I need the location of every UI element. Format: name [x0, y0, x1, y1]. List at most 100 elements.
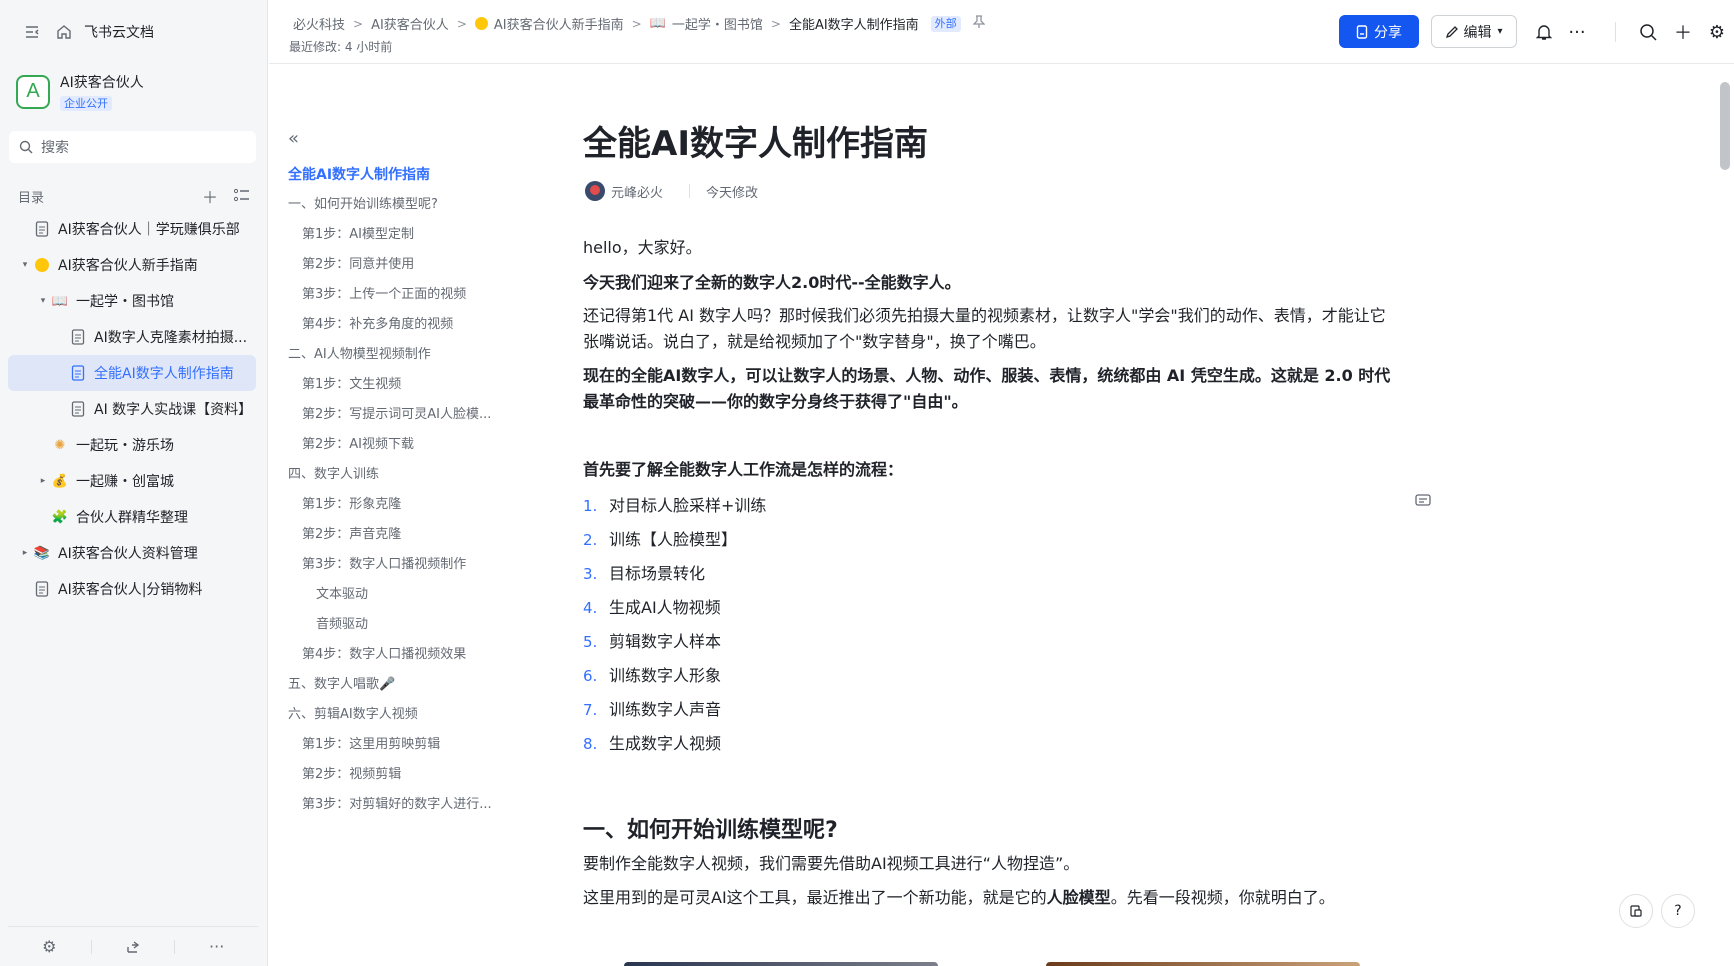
- sidebar-item-label: AI数字人克隆素材拍摄...: [94, 330, 248, 346]
- outline-item[interactable]: 第1步：文生视频: [288, 370, 518, 400]
- app-name[interactable]: 飞书云文档: [84, 22, 154, 42]
- sidebar-item[interactable]: 🧩 合伙人群精华整理: [8, 499, 256, 535]
- sidebar-search[interactable]: 搜索: [9, 131, 256, 163]
- sidebar-item[interactable]: ✺ 一起玩・游乐场: [8, 427, 256, 463]
- outline-item[interactable]: 全能AI数字人制作指南: [288, 160, 518, 190]
- outline-item[interactable]: 第3步：对剪辑好的数字人进行...: [288, 790, 518, 820]
- bell-icon[interactable]: [1532, 20, 1556, 44]
- money-bag-icon: 💰: [51, 473, 69, 489]
- toc-header: 目录 ＋: [18, 184, 250, 208]
- outline-item[interactable]: 第3步：数字人口播视频制作: [288, 550, 518, 580]
- chevron-down-icon: ▾: [1497, 26, 1503, 37]
- list-number: 2.: [583, 531, 598, 549]
- outline-item[interactable]: 第3步：上传一个正面的视频: [288, 280, 518, 310]
- list-text: 训练数字人形象: [609, 666, 722, 685]
- breadcrumb-item[interactable]: 必火科技: [293, 14, 345, 33]
- sidebar-item[interactable]: AI数字人克隆素材拍摄...: [8, 319, 256, 355]
- sidebar-item[interactable]: ▾ 📖 一起学・图书馆: [8, 283, 256, 319]
- outline-item[interactable]: 第2步：写提示词可灵AI人脸模...: [288, 400, 518, 430]
- sidebar-item[interactable]: AI获客合伙人|分销物料: [8, 571, 256, 607]
- list-text: 目标场景转化: [609, 564, 706, 583]
- outline-item[interactable]: 第1步：这里用剪映剪辑: [288, 730, 518, 760]
- comment-icon[interactable]: [1415, 494, 1431, 512]
- gear-icon[interactable]: ⚙: [1705, 20, 1729, 44]
- lock-doc-icon: [1356, 24, 1368, 39]
- outline-item[interactable]: 六、剪辑AI数字人视频: [288, 700, 518, 730]
- video-thumbnail[interactable]: [624, 962, 938, 966]
- avatar[interactable]: [585, 181, 605, 201]
- outline-item[interactable]: 第1步：AI模型定制: [288, 220, 518, 250]
- share-out-icon[interactable]: [92, 939, 175, 955]
- more-icon[interactable]: ···: [1565, 20, 1589, 44]
- breadcrumb-item[interactable]: AI获客合伙人新手指南: [494, 14, 624, 33]
- sidebar-item[interactable]: ▸ 💰 一起赚・创富城: [8, 463, 256, 499]
- outline-item[interactable]: 一、如何开始训练模型呢?: [288, 190, 518, 220]
- list-number: 7.: [583, 701, 598, 719]
- expand-arrow-icon[interactable]: ▸: [18, 548, 32, 558]
- outline-item[interactable]: 第2步：同意并使用: [288, 250, 518, 280]
- breadcrumb-item[interactable]: 一起学・图书馆: [672, 14, 763, 33]
- outline-item[interactable]: 四、数字人训练: [288, 460, 518, 490]
- sidebar-item[interactable]: 全能AI数字人制作指南: [8, 355, 256, 391]
- settings-icon[interactable]: ⚙: [8, 937, 91, 956]
- search-placeholder: 搜索: [41, 140, 69, 156]
- outline-item[interactable]: 二、AI人物模型视频制作: [288, 340, 518, 370]
- space-header[interactable]: A AI获客合伙人 企业公开: [16, 72, 144, 111]
- home-icon[interactable]: [54, 22, 74, 42]
- more-icon[interactable]: ···: [175, 937, 258, 956]
- paragraph: 还记得第1代 AI 数字人吗？那时候我们必须先拍摄大量的视频素材，让数字人"学会…: [583, 303, 1403, 355]
- sidebar-item-label: AI获客合伙人新手指南: [58, 258, 198, 274]
- chevron-right-icon: >: [770, 16, 781, 31]
- last-modified: 最近修改: 4 小时前: [289, 40, 393, 54]
- list-text: 剪辑数字人样本: [609, 632, 722, 651]
- list-settings-icon[interactable]: [233, 187, 250, 206]
- doc-meta: 元峰必火 今天修改: [585, 181, 758, 201]
- scrollbar-thumb[interactable]: [1720, 82, 1730, 170]
- list-number: 4.: [583, 599, 598, 617]
- add-page-icon[interactable]: ＋: [202, 184, 218, 208]
- pin-icon[interactable]: [972, 14, 986, 33]
- video-thumbnail[interactable]: [1046, 962, 1360, 966]
- outline-item[interactable]: 第4步：补充多角度的视频: [288, 310, 518, 340]
- help-icon[interactable]: ?: [1661, 894, 1695, 928]
- space-name: AI获客合伙人: [60, 75, 144, 91]
- paragraph: hello，大家好。: [583, 238, 702, 257]
- outline-item[interactable]: 第2步：声音克隆: [288, 520, 518, 550]
- expand-arrow-icon[interactable]: ▸: [36, 476, 50, 486]
- list-number: 6.: [583, 667, 598, 685]
- sidebar-item[interactable]: AI获客合伙人｜学玩赚俱乐部: [8, 211, 256, 247]
- edit-button[interactable]: 编辑 ▾: [1431, 15, 1517, 48]
- external-badge: 外部: [930, 15, 961, 32]
- collapse-sidebar-icon[interactable]: [22, 22, 42, 42]
- outline-item[interactable]: 音频驱动: [288, 610, 518, 640]
- sidebar-item[interactable]: AI 数字人实战课【资料】: [8, 391, 256, 427]
- breadcrumb-item[interactable]: AI获客合伙人: [371, 14, 449, 33]
- outline-item[interactable]: 第4步：数字人口播视频效果: [288, 640, 518, 670]
- outline-item[interactable]: 第2步：AI视频下载: [288, 430, 518, 460]
- share-button[interactable]: 分享: [1339, 15, 1419, 48]
- blocks-icon: 🧩: [51, 509, 69, 525]
- sparkle-icon: ✺: [54, 437, 66, 453]
- sidebar-item[interactable]: ▾ AI获客合伙人新手指南: [8, 247, 256, 283]
- expand-arrow-icon[interactable]: ▾: [18, 260, 32, 270]
- outline-item[interactable]: 第1步：形象克隆: [288, 490, 518, 520]
- heading-1: 一、如何开始训练模型呢?: [583, 818, 838, 843]
- outline-item[interactable]: 文本驱动: [288, 580, 518, 610]
- plus-icon[interactable]: ＋: [1671, 20, 1695, 44]
- list-item: 7. 训练数字人声音: [583, 693, 766, 727]
- outline-item[interactable]: 第2步：视频剪辑: [288, 760, 518, 790]
- outline-item[interactable]: 五、数字人唱歌🎤: [288, 670, 518, 700]
- list-text: 生成AI人物视频: [609, 598, 721, 617]
- page-title: 全能AI数字人制作指南: [583, 124, 928, 164]
- copy-format-icon[interactable]: [1619, 894, 1653, 928]
- collapse-outline-icon[interactable]: «: [288, 128, 518, 152]
- search-icon[interactable]: [1636, 20, 1660, 44]
- sidebar-item-label: 一起玩・游乐场: [76, 438, 174, 454]
- doc-icon: [32, 219, 52, 239]
- scrollbar[interactable]: [1717, 64, 1734, 966]
- modified-time: 今天修改: [706, 185, 759, 201]
- sidebar-item[interactable]: ▸ 📚 AI获客合伙人资料管理: [8, 535, 256, 571]
- author-name[interactable]: 元峰必火: [611, 182, 663, 201]
- expand-arrow-icon[interactable]: ▾: [36, 296, 50, 306]
- breadcrumb: 必火科技 > AI获客合伙人 > AI获客合伙人新手指南 > 📖 一起学・图书馆…: [293, 14, 986, 33]
